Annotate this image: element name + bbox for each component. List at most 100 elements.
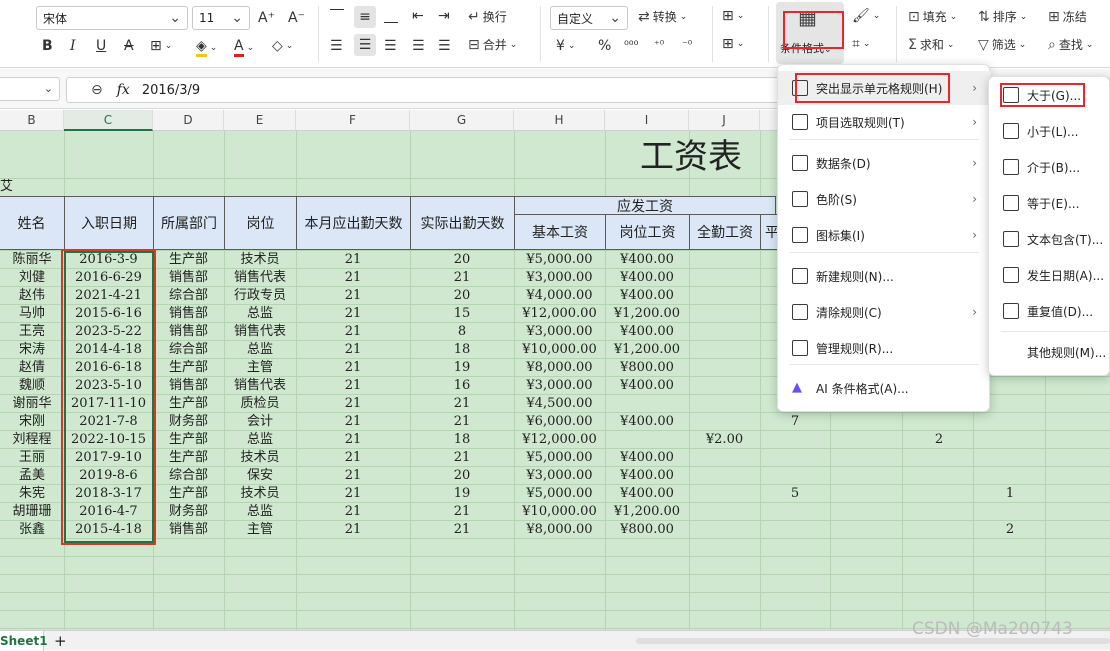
col-header-D[interactable]: D <box>153 110 224 131</box>
zoom-icon[interactable]: ⊖ <box>91 83 103 97</box>
clear-format-button[interactable]: ◇ ⌄ <box>272 38 293 54</box>
crop-button[interactable]: ⌗ ⌄ <box>852 36 870 52</box>
table-cell[interactable]: 王亮 <box>0 323 64 341</box>
submenu-item[interactable]: 介于(B)... <box>989 150 1110 184</box>
table-cell[interactable]: 行政专员 <box>224 287 296 305</box>
table-cell[interactable] <box>689 449 760 467</box>
table-cell[interactable]: 胡珊珊 <box>0 503 64 521</box>
table-cell[interactable] <box>689 467 760 485</box>
table-cell[interactable]: ¥8,000.00 <box>514 521 605 539</box>
table-cell[interactable] <box>689 305 760 323</box>
table-style-button[interactable]: ⊞ ⌄ <box>722 36 744 52</box>
merge-button[interactable]: ⊟ 合并 ⌄ <box>468 36 517 53</box>
table-cell[interactable] <box>689 413 760 431</box>
table-cell[interactable]: ¥400.00 <box>605 251 689 269</box>
menu-item[interactable]: 新建规则(N)... <box>778 259 991 293</box>
col-header-I[interactable]: I <box>605 110 689 131</box>
table-cell[interactable] <box>689 341 760 359</box>
table-cell[interactable]: 销售部 <box>153 269 224 287</box>
table-cell[interactable]: ¥800.00 <box>605 359 689 377</box>
table-cell[interactable] <box>605 395 689 413</box>
table-cell[interactable]: ¥400.00 <box>605 323 689 341</box>
table-cell[interactable]: 21 <box>296 503 410 521</box>
italic-button[interactable]: I <box>70 38 76 54</box>
col-header-G[interactable]: G <box>410 110 514 131</box>
table-cell[interactable]: 销售部 <box>153 305 224 323</box>
justify-icon[interactable]: ☰ <box>412 38 425 54</box>
align-bottom-icon[interactable]: ⎽ <box>384 8 398 24</box>
table-cell[interactable]: 财务部 <box>153 413 224 431</box>
table-cell[interactable]: ¥400.00 <box>605 449 689 467</box>
menu-item[interactable]: 图标集(I) › <box>778 218 991 252</box>
table-cell[interactable]: 21 <box>296 287 410 305</box>
thousands-button[interactable]: ⁰⁰⁰ <box>624 38 638 52</box>
table-cell[interactable]: 总监 <box>224 503 296 521</box>
table-cell[interactable]: 7 <box>760 413 830 431</box>
table-cell[interactable]: 朱宪 <box>0 485 64 503</box>
col-header-B[interactable]: B <box>0 110 64 131</box>
table-cell[interactable]: 孟美 <box>0 467 64 485</box>
table-cell[interactable]: ¥4,500.00 <box>514 395 605 413</box>
table-cell[interactable]: 刘健 <box>0 269 64 287</box>
sheet-tab-sheet1[interactable]: Sheet1 <box>0 631 48 651</box>
submenu-item[interactable]: 其他规则(M)... <box>989 335 1110 369</box>
col-header-F[interactable]: F <box>296 110 410 131</box>
table-cell[interactable] <box>900 467 978 485</box>
table-cell[interactable]: 刘程程 <box>0 431 64 449</box>
table-cell[interactable]: 21 <box>296 413 410 431</box>
align-middle-icon[interactable]: ≡ <box>354 6 376 28</box>
table-cell[interactable] <box>900 449 978 467</box>
table-cell[interactable]: 销售代表 <box>224 377 296 395</box>
table-cell[interactable]: 21 <box>296 485 410 503</box>
table-cell[interactable]: 总监 <box>224 305 296 323</box>
table-cell[interactable]: 主管 <box>224 359 296 377</box>
table-cell[interactable]: ¥400.00 <box>605 287 689 305</box>
table-cell[interactable]: 销售部 <box>153 521 224 539</box>
table-cell[interactable]: 销售代表 <box>224 269 296 287</box>
table-cell[interactable] <box>760 467 830 485</box>
submenu-item[interactable]: 重复值(D)... <box>989 294 1110 328</box>
strikethrough-button[interactable]: A <box>124 38 134 54</box>
table-cell[interactable]: 王丽 <box>0 449 64 467</box>
table-cell[interactable] <box>689 287 760 305</box>
table-cell[interactable]: 魏顺 <box>0 377 64 395</box>
table-cell[interactable]: 21 <box>296 251 410 269</box>
table-cell[interactable] <box>689 377 760 395</box>
table-cell[interactable] <box>689 251 760 269</box>
table-cell[interactable]: 20 <box>410 467 514 485</box>
table-cell[interactable]: 财务部 <box>153 503 224 521</box>
table-cell[interactable]: 生产部 <box>153 359 224 377</box>
align-center-icon[interactable]: ☰ <box>354 34 376 56</box>
table-cell[interactable]: ¥1,200.00 <box>605 503 689 521</box>
table-cell[interactable]: 宋涛 <box>0 341 64 359</box>
convert-button[interactable]: ⇄ 转换 ⌄ <box>638 8 687 25</box>
align-top-icon[interactable]: ⎺ <box>330 8 344 24</box>
currency-button[interactable]: ¥ ⌄ <box>556 38 575 54</box>
menu-item[interactable]: 项目选取规则(T) › <box>778 105 991 139</box>
table-cell[interactable]: 销售部 <box>153 323 224 341</box>
table-cell[interactable]: 生产部 <box>153 485 224 503</box>
fill-button[interactable]: ⊡ 填充 ⌄ <box>908 8 957 25</box>
table-cell[interactable]: 18 <box>410 431 514 449</box>
table-cell[interactable]: 生产部 <box>153 449 224 467</box>
table-cell[interactable]: 生产部 <box>153 251 224 269</box>
table-cell[interactable] <box>900 485 978 503</box>
table-cell[interactable]: 21 <box>410 521 514 539</box>
menu-item[interactable]: 数据条(D) › <box>778 146 991 180</box>
table-cell[interactable]: ¥1,200.00 <box>605 341 689 359</box>
table-cell[interactable]: ¥400.00 <box>605 269 689 287</box>
table-cell[interactable]: 技术员 <box>224 251 296 269</box>
table-cell[interactable]: 18 <box>410 341 514 359</box>
table-cell[interactable]: 销售部 <box>153 377 224 395</box>
table-cell[interactable]: 21 <box>296 359 410 377</box>
submenu-item[interactable]: 发生日期(A)... <box>989 258 1110 292</box>
table-cell[interactable] <box>689 323 760 341</box>
table-cell[interactable]: ¥3,000.00 <box>514 269 605 287</box>
table-cell[interactable]: 赵倩 <box>0 359 64 377</box>
table-cell[interactable]: 张鑫 <box>0 521 64 539</box>
freeze-button[interactable]: ⊞ 冻结 <box>1048 8 1087 25</box>
align-left-icon[interactable]: ☰ <box>330 38 343 54</box>
table-cell[interactable]: ¥3,000.00 <box>514 377 605 395</box>
submenu-item[interactable]: 等于(E)... <box>989 186 1110 220</box>
table-cell[interactable]: 综合部 <box>153 287 224 305</box>
